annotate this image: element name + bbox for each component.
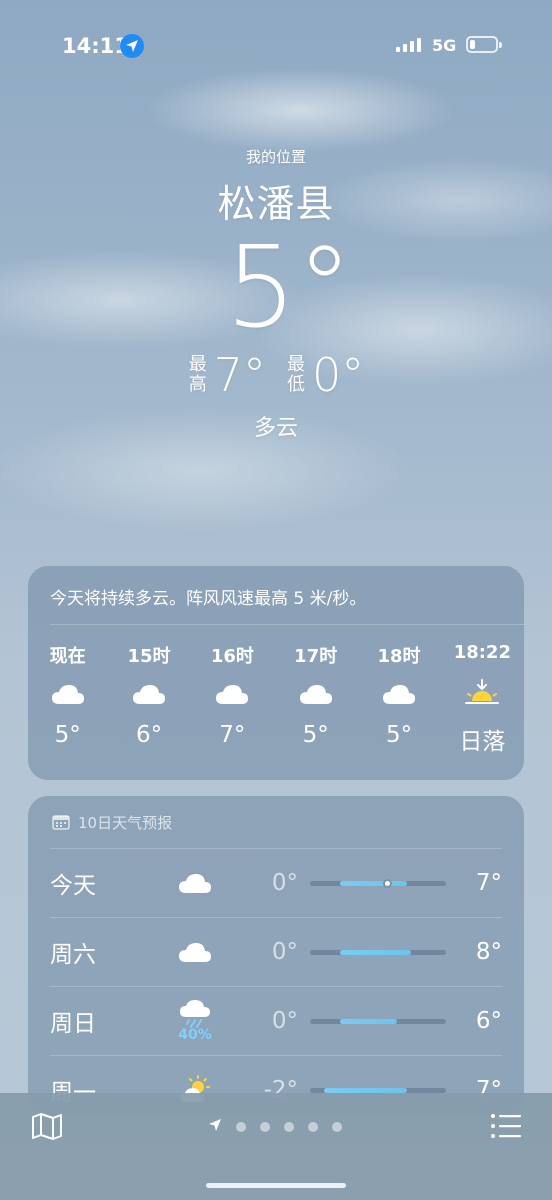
cloud-icon xyxy=(160,871,230,895)
battery-icon xyxy=(466,36,502,53)
high-label: 最高 xyxy=(188,354,207,395)
hour-temp: 日落 xyxy=(459,729,506,755)
page-dot[interactable] xyxy=(332,1121,342,1132)
daily-forecast-title: 10日天气预报 xyxy=(78,813,173,832)
cloud-icon xyxy=(274,666,357,722)
map-icon[interactable] xyxy=(30,1111,64,1145)
day-label: 周日 xyxy=(50,1011,96,1037)
hour-label: 18时 xyxy=(377,646,421,667)
hourly-list[interactable]: 现在 5° 15时 6° 16时 7° 17时 5° 18时 5° 18:22 日落 xyxy=(28,642,524,756)
current-temperature: 5° xyxy=(225,223,353,353)
home-indicator[interactable] xyxy=(206,1183,346,1188)
hour-temp: 5° xyxy=(54,722,81,748)
precip-chance: 40% xyxy=(178,1027,212,1043)
current-temp-dot xyxy=(383,878,393,888)
cloud-icon xyxy=(191,666,274,722)
temp-range-fill xyxy=(323,1087,407,1093)
hour-item: 17时 5° xyxy=(274,642,357,756)
cloud-icon xyxy=(160,940,230,964)
hour-item: 18:22 日落 xyxy=(441,642,524,756)
low-label: 最低 xyxy=(287,354,305,395)
cloud-icon xyxy=(107,666,190,722)
cloud-icon xyxy=(28,666,107,722)
city-name: 松潘县 xyxy=(217,182,335,226)
daily-row[interactable]: 周六 0° 8° xyxy=(50,917,502,986)
temp-range-bar xyxy=(310,1087,446,1093)
high-temp: 7° xyxy=(475,870,502,896)
temp-range-bar xyxy=(310,878,446,888)
sunset-icon xyxy=(441,666,524,722)
hour-label: 18:22 xyxy=(453,642,511,663)
status-time: 14:11 xyxy=(62,34,129,58)
temp-range-fill xyxy=(339,880,407,886)
location-arrow-icon xyxy=(208,1117,222,1136)
low-temp: 0° xyxy=(271,939,298,965)
hour-temp: 6° xyxy=(135,722,163,748)
page-dot[interactable] xyxy=(236,1121,246,1132)
low-temp: 0° xyxy=(271,870,298,896)
status-bar: 14:11 5G xyxy=(0,0,552,90)
daily-forecast-card[interactable]: 10日天气预报 今天0°7°周六0°8°周日40%0°6°周一-2°7° xyxy=(28,796,524,1116)
day-label: 周六 xyxy=(50,942,96,968)
hour-temp: 5° xyxy=(385,722,413,748)
high-temp: 7° xyxy=(213,348,266,402)
temp-range-bar xyxy=(310,1018,446,1024)
high-temp: 8° xyxy=(475,939,502,965)
hour-label: 17时 xyxy=(294,646,338,667)
hour-temp: 5° xyxy=(302,722,329,748)
low-temp: 0° xyxy=(271,1008,298,1034)
page-dot[interactable] xyxy=(260,1121,270,1132)
page-indicator[interactable] xyxy=(208,1117,342,1136)
condition-text: 多云 xyxy=(253,416,298,441)
hour-label: 15时 xyxy=(127,646,171,667)
temp-range-fill xyxy=(339,949,411,955)
temp-range-fill xyxy=(339,1018,398,1024)
daily-list: 今天0°7°周六0°8°周日40%0°6°周一-2°7° xyxy=(50,848,502,1116)
low-temp: 0° xyxy=(312,348,365,402)
list-icon[interactable] xyxy=(490,1113,522,1143)
calendar-icon xyxy=(52,814,70,830)
hour-item: 现在 5° xyxy=(28,642,107,756)
daily-row[interactable]: 周日 40% 0° 6° xyxy=(50,986,502,1055)
current-weather-header: 我的位置 松潘县 5° 最高 7° 最低 0° 多云 xyxy=(0,146,552,442)
hour-item: 18时 5° xyxy=(357,642,440,756)
hour-label: 现在 xyxy=(49,646,86,667)
network-type: 5G xyxy=(432,36,457,55)
my-location-label: 我的位置 xyxy=(245,148,306,166)
cloud-icon xyxy=(357,666,440,722)
forecast-summary: 今天将持续多云。阵风风速最高 5 米/秒。 xyxy=(50,589,367,609)
page-dot[interactable] xyxy=(284,1121,294,1132)
bottom-toolbar xyxy=(0,1093,552,1200)
day-label: 今天 xyxy=(50,873,96,899)
temp-range-bar xyxy=(310,949,446,955)
hour-label: 16时 xyxy=(210,646,254,667)
rain-cloud-icon: 40% xyxy=(160,999,230,1043)
divider xyxy=(50,624,524,625)
hourly-forecast-card[interactable]: 今天将持续多云。阵风风速最高 5 米/秒。 现在 5° 15时 6° 16时 7° 17时 5… xyxy=(28,566,524,780)
high-low-temps: 最高 7° 最低 0° xyxy=(0,348,552,402)
daily-forecast-header: 10日天气预报 xyxy=(28,796,524,848)
signal-icon xyxy=(396,38,421,52)
hour-item: 16时 7° xyxy=(191,642,274,756)
high-temp: 6° xyxy=(475,1008,502,1034)
location-arrow-icon xyxy=(120,34,144,58)
hour-item: 15时 6° xyxy=(107,642,190,756)
hour-temp: 7° xyxy=(219,722,246,748)
daily-row[interactable]: 今天 0° 7° xyxy=(50,848,502,917)
page-dot[interactable] xyxy=(308,1121,318,1132)
